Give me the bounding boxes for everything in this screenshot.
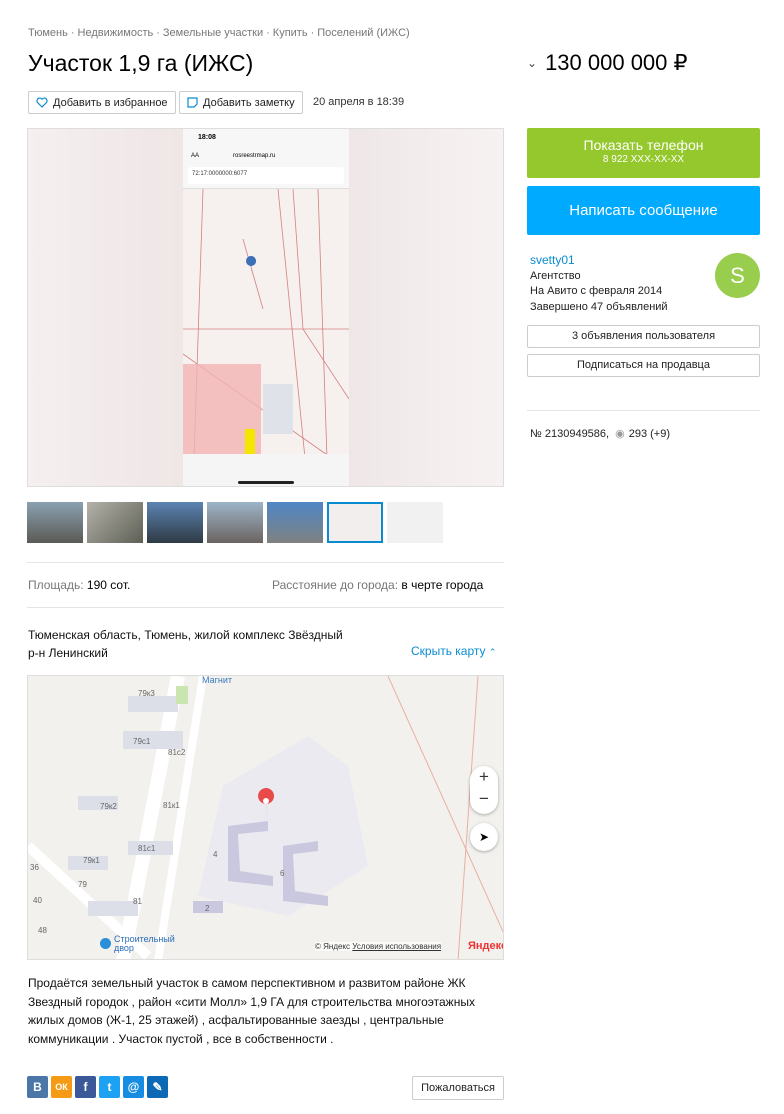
mail-icon[interactable]: @ [123,1076,144,1098]
address: Тюменская область, Тюмень, жилой комплек… [28,628,343,660]
map-label: 2 [205,904,210,913]
map-label: 36 [30,863,39,872]
livejournal-icon[interactable]: ✎ [147,1076,168,1098]
thumbnail[interactable] [387,502,443,543]
phone-screenshot: 18:08 AA rosreestrmap.ru 72:17:0000000:6… [183,129,349,486]
price-value: 130 000 000 ₽ [545,50,688,75]
add-note-button[interactable]: Добавить заметку [179,91,303,114]
share-buttons: В ОК f t @ ✎ [27,1076,168,1098]
breadcrumb-item[interactable]: Недвижимость [78,27,154,39]
price: ⌄ 130 000 000 ₽ [527,50,688,76]
cadastral-map-drawing [183,188,349,486]
page-title: Участок 1,9 га (ИЖС) [28,50,254,76]
twitter-icon[interactable]: t [99,1076,120,1098]
map-label: 81 [133,897,142,906]
map-copyright: © Яндекс Условия использования [315,942,442,951]
chevron-down-icon[interactable]: ⌄ [527,56,537,70]
map-label: 79к1 [83,856,100,865]
map-label: 48 [38,926,47,935]
yandex-logo: Яндекс [468,940,504,952]
map-label: 81с2 [168,748,186,757]
param-area: Площадь: 190 сот. [28,578,131,592]
facebook-icon[interactable]: f [75,1076,96,1098]
map-drawing [28,676,503,959]
note-icon [187,97,198,108]
vk-icon[interactable]: В [27,1076,48,1098]
map-poi[interactable]: Строительный двор [100,935,179,953]
subscribe-seller-button[interactable]: Подписаться на продавца [527,354,760,377]
seller-name-link[interactable]: svetty01 [530,253,668,269]
thumbnail[interactable] [267,502,323,543]
map-label: 79 [78,880,87,889]
seller-info: svetty01 Агентство На Авито с февраля 20… [530,253,668,313]
zoom-out-button[interactable]: − [470,788,498,810]
breadcrumb-item[interactable]: Поселений (ИЖС) [317,27,409,39]
map[interactable]: Магнит 79к3 79с1 81с2 79к2 81к1 81с1 79к… [27,675,504,960]
chevron-up-icon: ⌃ [488,647,497,657]
map-label: 81к1 [163,801,180,810]
eye-icon: ◉ [615,428,625,440]
map-label: 40 [33,896,42,905]
report-button[interactable]: Пожаловаться [412,1076,504,1100]
thumbnail[interactable] [87,502,143,543]
map-label: 6 [280,869,285,878]
divider [27,562,504,563]
map-label: 81с1 [138,844,156,853]
seller-listings-button[interactable]: 3 объявления пользователя [527,325,760,348]
thumbnail[interactable] [147,502,203,543]
divider [27,607,504,608]
map-label: 4 [213,850,218,859]
listing-meta: № 2130949586, ◉ 293 (+9) [530,427,670,441]
zoom-in-button[interactable]: + [470,766,498,788]
location-arrow-icon: ➤ [478,830,490,844]
heart-icon [36,97,48,108]
show-phone-button[interactable]: Показать телефон 8 922 XXX-XX-XX [527,128,760,178]
main-photo[interactable]: 18:08 AA rosreestrmap.ru 72:17:0000000:6… [27,128,504,487]
hide-map-link[interactable]: Скрыть карту ⌃ [411,644,496,658]
map-label: 79с1 [133,737,151,746]
param-distance: Расстояние до города: в черте города [272,578,484,592]
description: Продаётся земельный участок в самом перс… [28,976,475,1046]
breadcrumb-item[interactable]: Купить [273,27,308,39]
photo-blur-right [348,129,503,486]
thumbnail-selected[interactable] [327,502,383,543]
map-label-magnit: Магнит [202,675,233,685]
breadcrumb: Тюмень · Недвижимость · Земельные участки · Ку… [28,27,410,39]
shop-icon [100,938,111,949]
map-terms-link[interactable]: Условия использования [352,942,441,951]
thumbnail[interactable] [207,502,263,543]
add-favorite-button[interactable]: Добавить в избранное [28,91,176,114]
breadcrumb-item[interactable]: Земельные участки [163,27,263,39]
photo-blur-left [28,129,183,486]
divider [527,410,760,411]
avatar[interactable]: S [715,253,760,298]
geolocation-button[interactable]: ➤ [470,823,498,851]
thumbnail[interactable] [27,502,83,543]
map-zoom-control: + − [470,766,498,814]
write-message-button[interactable]: Написать сообщение [527,186,760,235]
odnoklassniki-icon[interactable]: ОК [51,1076,72,1098]
map-label: 79к3 [138,689,155,698]
breadcrumb-item[interactable]: Тюмень [28,27,68,39]
thumbnail-strip [27,502,443,543]
map-label: 79к2 [100,802,117,811]
publish-date: 20 апреля в 18:39 [313,96,405,108]
